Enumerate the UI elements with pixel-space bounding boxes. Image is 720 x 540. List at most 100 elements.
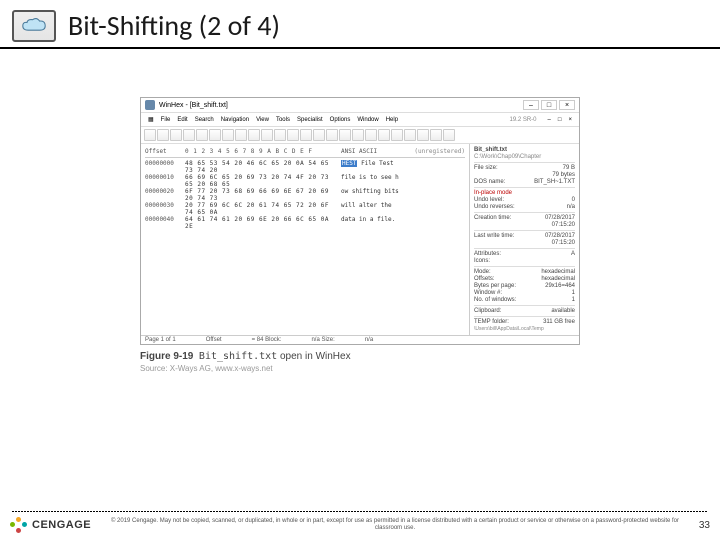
cengage-logo: CENGAGE — [10, 516, 91, 534]
hex-row[interactable]: 0000000048 65 53 54 20 46 6C 65 20 0A 54… — [145, 160, 465, 174]
unregistered-label: (unregistered) — [413, 148, 465, 155]
toolbar-button[interactable] — [144, 129, 156, 141]
window-title: WinHex - [Bit_shift.txt] — [159, 102, 523, 109]
minimize-button[interactable]: – — [523, 100, 539, 110]
hex-pane[interactable]: Offset 0 1 2 3 4 5 6 7 8 9 A B C D E F A… — [141, 144, 469, 335]
toolbar-button[interactable] — [183, 129, 195, 141]
figure-caption: Figure 9-19 Bit_shift.txt open in WinHex — [140, 351, 580, 362]
menu-edit[interactable]: Edit — [174, 116, 190, 124]
toolbar-button[interactable] — [313, 129, 325, 141]
hex-row[interactable]: 000000206F 77 20 73 68 69 66 69 6E 67 20… — [145, 188, 465, 202]
status-offset: Offset — [206, 337, 222, 343]
status-bar: Page 1 of 1 Offset = 84 Block: n/a Size:… — [141, 335, 579, 344]
hex-row[interactable]: 0000001066 69 6C 65 20 69 73 20 74 4F 20… — [145, 174, 465, 188]
detail-filename: Bit_shift.txt — [474, 147, 575, 153]
menu-window[interactable]: Window — [354, 116, 381, 124]
mode-label: In-place mode — [474, 190, 575, 196]
toolbar-button[interactable] — [287, 129, 299, 141]
version-label: 19.2 SR-0 — [507, 116, 540, 124]
toolbar-button[interactable] — [417, 129, 429, 141]
bpp-label: Bytes per page: — [474, 283, 516, 289]
detail-path: C:\Work\Chap09\Chapter — [474, 154, 575, 160]
menu-tools[interactable]: Tools — [273, 116, 293, 124]
undorev-label: Undo reverses: — [474, 204, 515, 210]
hex-row[interactable]: 0000003020 77 69 6C 6C 20 61 74 65 72 20… — [145, 202, 465, 216]
app-icon — [145, 100, 155, 110]
toolbar-button[interactable] — [274, 129, 286, 141]
toolbar-button[interactable] — [157, 129, 169, 141]
inner-min-button[interactable]: – — [545, 116, 554, 124]
toolbar-button[interactable] — [391, 129, 403, 141]
menu-navigation[interactable]: Navigation — [218, 116, 252, 124]
close-button[interactable]: × — [559, 100, 575, 110]
toolbar-button[interactable] — [300, 129, 312, 141]
menu-help[interactable]: Help — [383, 116, 401, 124]
clip-label: Clipboard: — [474, 308, 501, 314]
ctime-value: 07/28/2017 — [545, 215, 575, 221]
maximize-button[interactable]: □ — [541, 100, 557, 110]
filesize-label: File size: — [474, 165, 498, 171]
inner-close-button[interactable]: × — [565, 116, 575, 124]
toolbar-button[interactable] — [261, 129, 273, 141]
filesize-value: 79 B — [563, 165, 575, 171]
status-na1: n/a Size: — [311, 337, 334, 343]
toolbar-button[interactable] — [209, 129, 221, 141]
icons-label: Icons: — [474, 258, 490, 264]
footer-rule — [12, 511, 708, 512]
toolbar — [141, 127, 579, 144]
toolbar-button[interactable] — [235, 129, 247, 141]
undolevel-value: 0 — [572, 197, 575, 203]
bytes-value: 79 bytes — [552, 172, 575, 178]
winhex-window: WinHex - [Bit_shift.txt] – □ × ▦ File Ed… — [140, 97, 580, 345]
toolbar-button[interactable] — [170, 129, 182, 141]
toolbar-button[interactable] — [222, 129, 234, 141]
toolbar-button[interactable] — [443, 129, 455, 141]
toolbar-button[interactable] — [404, 129, 416, 141]
menu-specialist[interactable]: Specialist — [294, 116, 326, 124]
inner-max-button[interactable]: □ — [555, 116, 565, 124]
toolbar-button[interactable] — [196, 129, 208, 141]
attr-value: A — [571, 251, 575, 257]
toolbar-button[interactable] — [365, 129, 377, 141]
temp-label: TEMP folder: — [474, 319, 509, 325]
toolbar-button[interactable] — [378, 129, 390, 141]
clip-value: available — [551, 308, 575, 314]
brand-text: CENGAGE — [32, 519, 91, 531]
toolbar-button[interactable] — [326, 129, 338, 141]
toolbar-button[interactable] — [339, 129, 351, 141]
temppath-value: \Users\bill\AppData\Local\Temp — [474, 326, 575, 332]
offsets-value: hexadecimal — [541, 276, 575, 282]
toolbar-button[interactable] — [430, 129, 442, 141]
status-page: Page 1 of 1 — [145, 337, 176, 343]
slide-title: Bit-Shifting (2 of 4) — [68, 8, 280, 43]
status-na2: n/a — [365, 337, 373, 343]
wtime-value: 07/28/2017 — [545, 233, 575, 239]
figure-source: Source: X-Ways AG, www.x-ways.net — [140, 364, 580, 373]
page-number: 33 — [699, 520, 710, 531]
undorev-value: n/a — [567, 204, 575, 210]
toolbar-button[interactable] — [248, 129, 260, 141]
mode2-label: Mode: — [474, 269, 491, 275]
ascii-header: ANSI ASCII — [341, 148, 413, 155]
menu-options[interactable]: Options — [327, 116, 354, 124]
menu-search[interactable]: Search — [192, 116, 217, 124]
wtime2-value: 07:15:20 — [552, 240, 575, 246]
toolbar-button[interactable] — [352, 129, 364, 141]
menu-view[interactable]: View — [253, 116, 272, 124]
offset-header: Offset — [145, 148, 185, 155]
numwin-value: 1 — [572, 297, 575, 303]
details-pane: Bit_shift.txt C:\Work\Chap09\Chapter Fil… — [469, 144, 579, 335]
status-block: = 84 Block: — [252, 337, 282, 343]
menu-icon[interactable]: ▦ — [145, 115, 157, 124]
cloud-monitor-icon — [12, 10, 56, 42]
menu-file[interactable]: File — [158, 116, 174, 124]
ctime-label: Creation time: — [474, 215, 511, 221]
winnum-value: 1 — [572, 290, 575, 296]
temp-value: 311 GB free — [543, 319, 575, 325]
hex-cols-header: 0 1 2 3 4 5 6 7 8 9 A B C D E F — [185, 148, 341, 155]
ctime2-value: 07:15:20 — [552, 222, 575, 228]
numwin-label: No. of windows: — [474, 297, 516, 303]
mode2-value: hexadecimal — [541, 269, 575, 275]
menu-bar: ▦ File Edit Search Navigation View Tools… — [141, 113, 579, 127]
hex-row[interactable]: 0000004064 61 74 61 20 69 6E 20 66 6C 65… — [145, 216, 465, 230]
